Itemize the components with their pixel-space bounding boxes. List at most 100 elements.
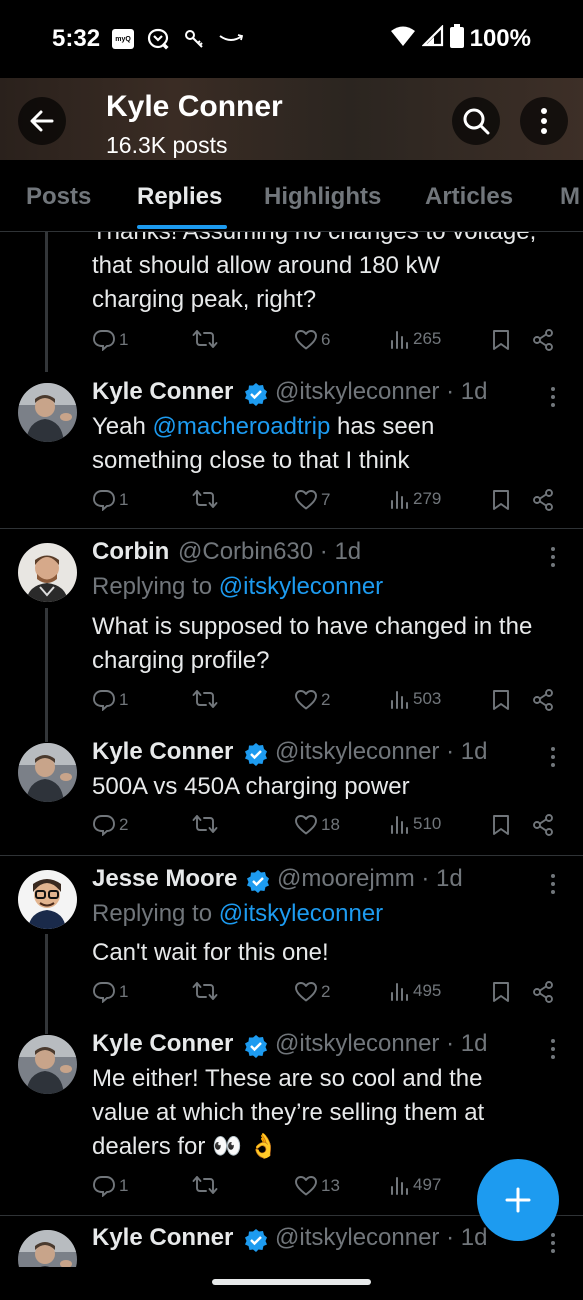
avatar[interactable] [18,743,77,802]
author-name[interactable]: Corbin [92,538,169,566]
post-time[interactable]: 1d [461,378,488,405]
author-name[interactable]: Kyle Conner [92,1030,233,1058]
bookmark-button[interactable] [492,981,510,1003]
share-button[interactable] [532,329,554,351]
views-icon [391,816,408,834]
share-button[interactable] [532,489,554,511]
more-options-button[interactable] [520,97,568,145]
repost-button[interactable] [192,329,218,349]
repost-button[interactable] [192,814,218,834]
views-button[interactable]: 495 [390,981,441,1001]
author-handle[interactable]: @itskyleconner [275,1030,439,1057]
heart-icon [295,982,317,1002]
avatar[interactable] [18,543,77,602]
tab-highlights[interactable]: Highlights [264,183,381,211]
author-handle[interactable]: @itskyleconner [275,738,439,765]
author-name[interactable]: Kyle Conner [92,1224,233,1252]
like-button[interactable]: 2 [294,981,330,1002]
bookmark-button[interactable] [492,814,510,836]
bookmark-button[interactable] [492,489,510,511]
post-time[interactable]: 1d [461,1224,488,1251]
author-name[interactable]: Jesse Moore [92,865,237,893]
reply-button[interactable]: 1 [92,981,128,1003]
reply-button[interactable]: 2 [92,814,128,836]
post-text-line: Me either! These are so cool and the [92,1065,483,1092]
post-time[interactable]: 1d [461,1030,488,1057]
post-text[interactable]: What is supposed to have changed in the … [92,610,532,678]
repost-button[interactable] [192,489,218,509]
home-indicator[interactable] [212,1279,371,1285]
bookmark-button[interactable] [492,329,510,351]
post-time[interactable]: 1d [334,538,361,565]
replying-to-handle[interactable]: @itskyleconner [219,900,383,927]
views-button[interactable]: 503 [390,689,441,709]
post-text-fragment: Yeah [92,413,153,440]
like-button[interactable]: 2 [294,689,330,710]
bookmark-button[interactable] [492,689,510,711]
heart-icon [295,330,317,350]
author-handle[interactable]: @moorejmm [277,865,415,892]
post-time[interactable]: 1d [461,738,488,765]
views-button[interactable]: 510 [390,814,441,834]
view-count: 497 [413,1175,442,1194]
share-button[interactable] [532,814,554,836]
post-meta: @itskyleconner · 1d [275,738,488,765]
post-text[interactable]: Thanks! Assuming no changes to voltage, … [92,232,536,317]
post-text[interactable]: Can't wait for this one! [92,936,329,970]
author-name[interactable]: Kyle Conner [92,378,233,406]
post-text[interactable]: Yeah @macheroadtrip has seen something c… [92,410,434,478]
reply-button[interactable]: 1 [92,1175,128,1197]
mention-link[interactable]: @macheroadtrip [153,413,331,440]
reply-button[interactable]: 1 [92,329,128,351]
avatar[interactable] [18,1035,77,1094]
more-icon[interactable] [543,872,563,896]
views-button[interactable]: 497 [390,1175,441,1195]
like-button[interactable]: 6 [294,329,330,350]
heart-icon [295,490,317,510]
post-text[interactable]: Me either! These are so cool and the val… [92,1062,484,1164]
avatar[interactable] [18,1230,77,1267]
repost-button[interactable] [192,1175,218,1195]
post-text-line: What is supposed to have changed in the [92,613,533,640]
bookmark-icon [493,690,509,710]
view-count: 279 [413,489,442,508]
author-handle[interactable]: @itskyleconner [275,1224,439,1251]
tab-posts[interactable]: Posts [26,183,91,211]
post-time[interactable]: 1d [436,865,463,892]
compose-button[interactable] [477,1159,559,1241]
repost-button[interactable] [192,689,218,709]
post-text[interactable]: 500A vs 450A charging power [92,770,410,804]
reply-icon [93,690,115,711]
views-button[interactable]: 265 [390,329,441,349]
avatar[interactable] [18,870,77,929]
views-button[interactable]: 279 [390,489,441,509]
author-name[interactable]: Kyle Conner [92,738,233,766]
more-icon[interactable] [543,745,563,769]
more-icon[interactable] [543,385,563,409]
reply-button[interactable]: 1 [92,689,128,711]
author-handle[interactable]: @Corbin630 [178,538,313,565]
back-button[interactable] [18,97,66,145]
avatar[interactable] [18,383,77,442]
more-icon[interactable] [543,1037,563,1061]
tab-replies[interactable]: Replies [137,183,222,211]
reply-button[interactable]: 1 [92,489,128,511]
replying-to-label: Replying to [92,900,219,927]
share-button[interactable] [532,981,554,1003]
more-icon[interactable] [543,545,563,569]
replying-to-handle[interactable]: @itskyleconner [219,573,383,600]
author-handle[interactable]: @itskyleconner [275,378,439,405]
like-button[interactable]: 13 [294,1175,340,1196]
like-button[interactable]: 18 [294,814,340,835]
repost-button[interactable] [192,981,218,1001]
tab-articles[interactable]: Articles [425,183,513,211]
key-notification-icon [182,27,206,51]
share-button[interactable] [532,689,554,711]
search-button[interactable] [452,97,500,145]
like-button[interactable]: 7 [294,489,330,510]
views-icon [391,331,408,349]
more-icon[interactable] [543,1231,563,1255]
like-count: 18 [321,814,340,834]
tab-media[interactable]: M [560,183,580,211]
view-count: 510 [413,814,442,833]
